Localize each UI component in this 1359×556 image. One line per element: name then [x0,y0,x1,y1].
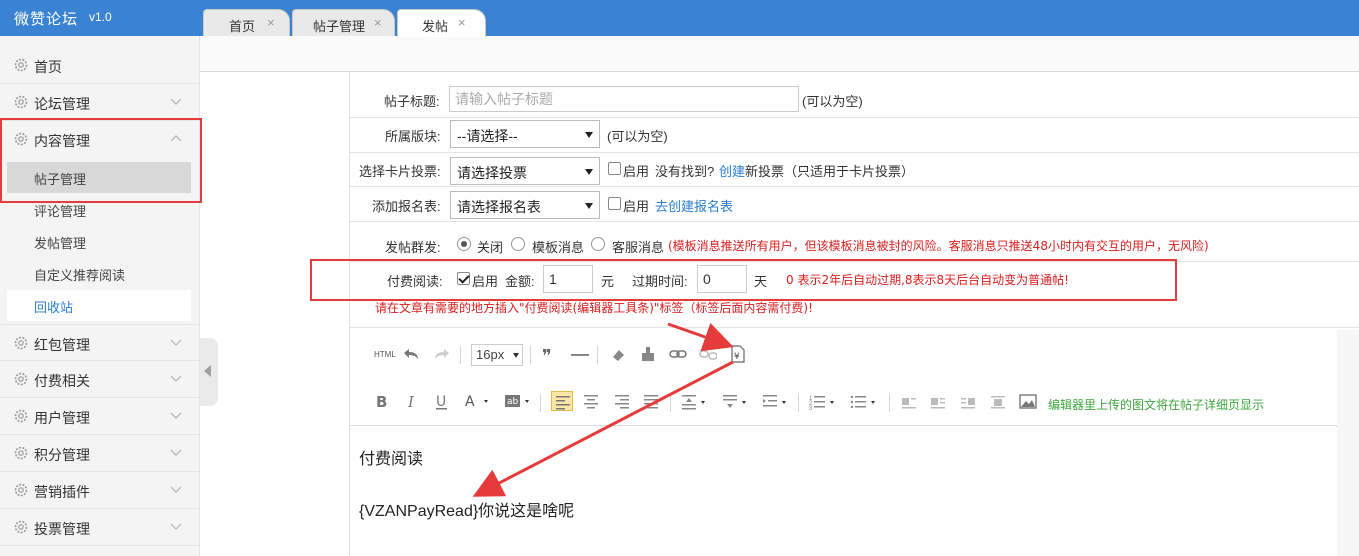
annotation-arrows [472,322,734,497]
arrow-to-paid-tag [667,322,734,352]
arrow-to-editor-tag [472,360,734,497]
